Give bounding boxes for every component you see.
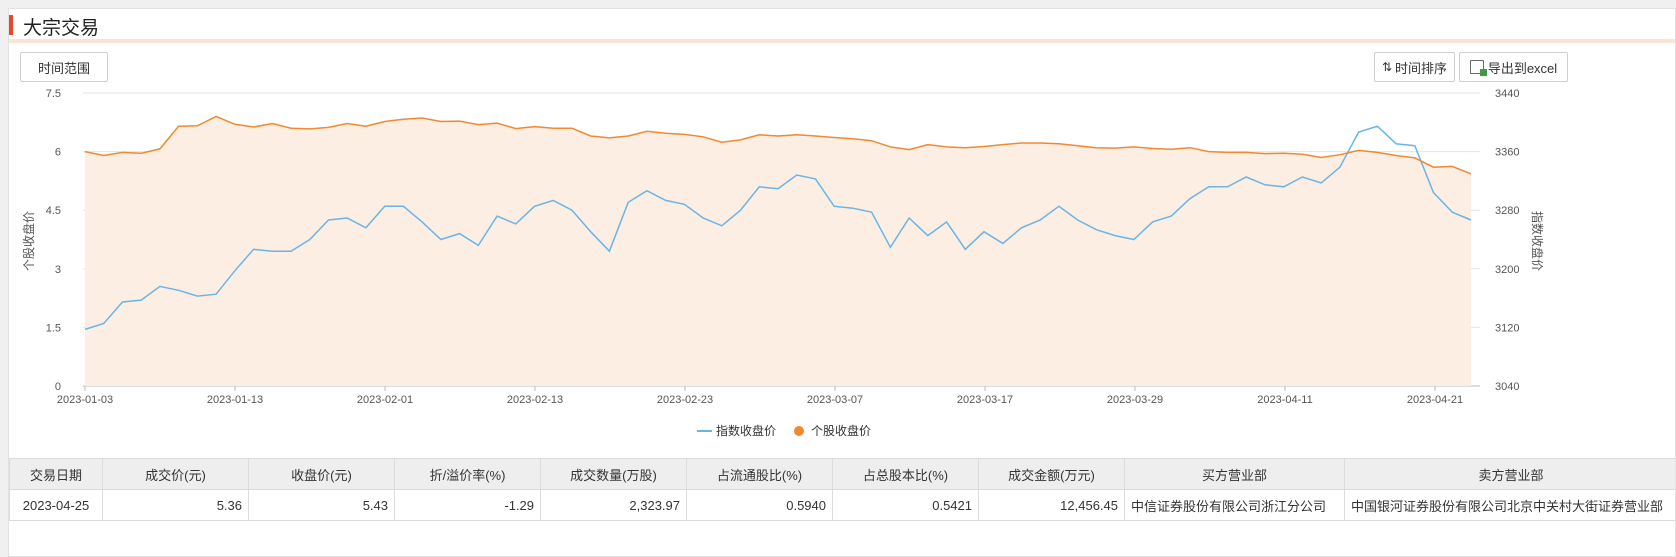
cell-total-ratio: 0.5421 [832, 489, 979, 521]
price-chart: 0 1.5 3 4.5 6 7.5 3040 3120 3200 3280 3360 3440 个股收盘… [21, 88, 1545, 438]
chart-legend: 指数收盘价 个股收盘价 [697, 423, 871, 438]
col-volume[interactable]: 成交数量(万股) [540, 458, 687, 490]
y-left-tick-label: 0 [55, 381, 61, 393]
y-right-tick-label: 3440 [1495, 88, 1519, 100]
y-right-tick-label: 3280 [1495, 205, 1519, 217]
cell-deal-price: 5.36 [102, 489, 249, 521]
y-left-tick-label: 1.5 [46, 322, 61, 334]
y-left-tick-label: 6 [55, 147, 61, 159]
col-trade-date[interactable]: 交易日期 [9, 458, 103, 490]
x-tick-label: 2023-02-13 [507, 394, 563, 406]
x-tick-label: 2023-02-23 [657, 394, 713, 406]
legend-index-label: 指数收盘价 [716, 423, 776, 438]
y-left-tick-label: 4.5 [46, 205, 61, 217]
cell-buyer[interactable]: 中信证券股份有限公司浙江分公司 [1124, 489, 1345, 521]
cell-premium-rate: -1.29 [394, 489, 541, 521]
cell-float-ratio: 0.5940 [686, 489, 833, 521]
table-header-row: 交易日期 成交价(元) 收盘价(元) 折/溢价率(%) 成交数量(万股) 占流通… [9, 458, 1675, 490]
y-left-tick-label: 3 [55, 264, 61, 276]
col-deal-price[interactable]: 成交价(元) [102, 458, 249, 490]
col-seller[interactable]: 卖方营业部 [1344, 458, 1675, 490]
col-buyer[interactable]: 买方营业部 [1124, 458, 1345, 490]
x-tick-label: 2023-04-21 [1407, 394, 1463, 406]
col-premium-rate[interactable]: 折/溢价率(%) [394, 458, 541, 490]
y-right-tick-label: 3200 [1495, 264, 1519, 276]
x-tick-label: 2023-03-17 [957, 394, 1013, 406]
x-tick-label: 2023-03-07 [807, 394, 863, 406]
y-right-tick-label: 3360 [1495, 147, 1519, 159]
legend-stock-swatch [794, 426, 804, 436]
x-tick-label: 2023-02-01 [357, 394, 413, 406]
cell-seller[interactable]: 中国银河证券股份有限公司北京中关村大街证券营业部 [1344, 489, 1675, 521]
cell-close-price: 5.43 [248, 489, 395, 521]
y-right-axis-title: 指数收盘价 [1530, 211, 1545, 271]
col-close-price[interactable]: 收盘价(元) [248, 458, 395, 490]
y-right-tick-label: 3040 [1495, 381, 1519, 393]
col-amount[interactable]: 成交金额(万元) [978, 458, 1125, 490]
col-total-ratio[interactable]: 占总股本比(%) [832, 458, 979, 490]
x-tick-label: 2023-01-03 [57, 394, 113, 406]
block-trade-panel: 大宗交易 时间范围 ⇅ 时间排序 导出到excel 0 1.5 3 4.5 6 7.5 30… [8, 8, 1676, 557]
x-tick-label: 2023-04-11 [1257, 394, 1312, 406]
cell-volume: 2,323.97 [540, 489, 687, 521]
x-tick-label: 2023-03-29 [1107, 394, 1163, 406]
stock-price-area [85, 116, 1471, 387]
y-left-tick-label: 7.5 [46, 88, 61, 100]
x-tick-label: 2023-01-13 [207, 394, 263, 406]
cell-trade-date: 2023-04-25 [9, 489, 103, 521]
y-left-axis-title: 个股收盘价 [21, 211, 36, 271]
cell-amount: 12,456.45 [978, 489, 1125, 521]
legend-stock-label: 个股收盘价 [811, 423, 871, 438]
block-trade-table: 交易日期 成交价(元) 收盘价(元) 折/溢价率(%) 成交数量(万股) 占流通… [9, 458, 1675, 521]
table-row: 2023-04-25 5.36 5.43 -1.29 2,323.97 0.59… [9, 489, 1675, 521]
col-float-ratio[interactable]: 占流通股比(%) [686, 458, 833, 490]
y-right-tick-label: 3120 [1495, 322, 1519, 334]
